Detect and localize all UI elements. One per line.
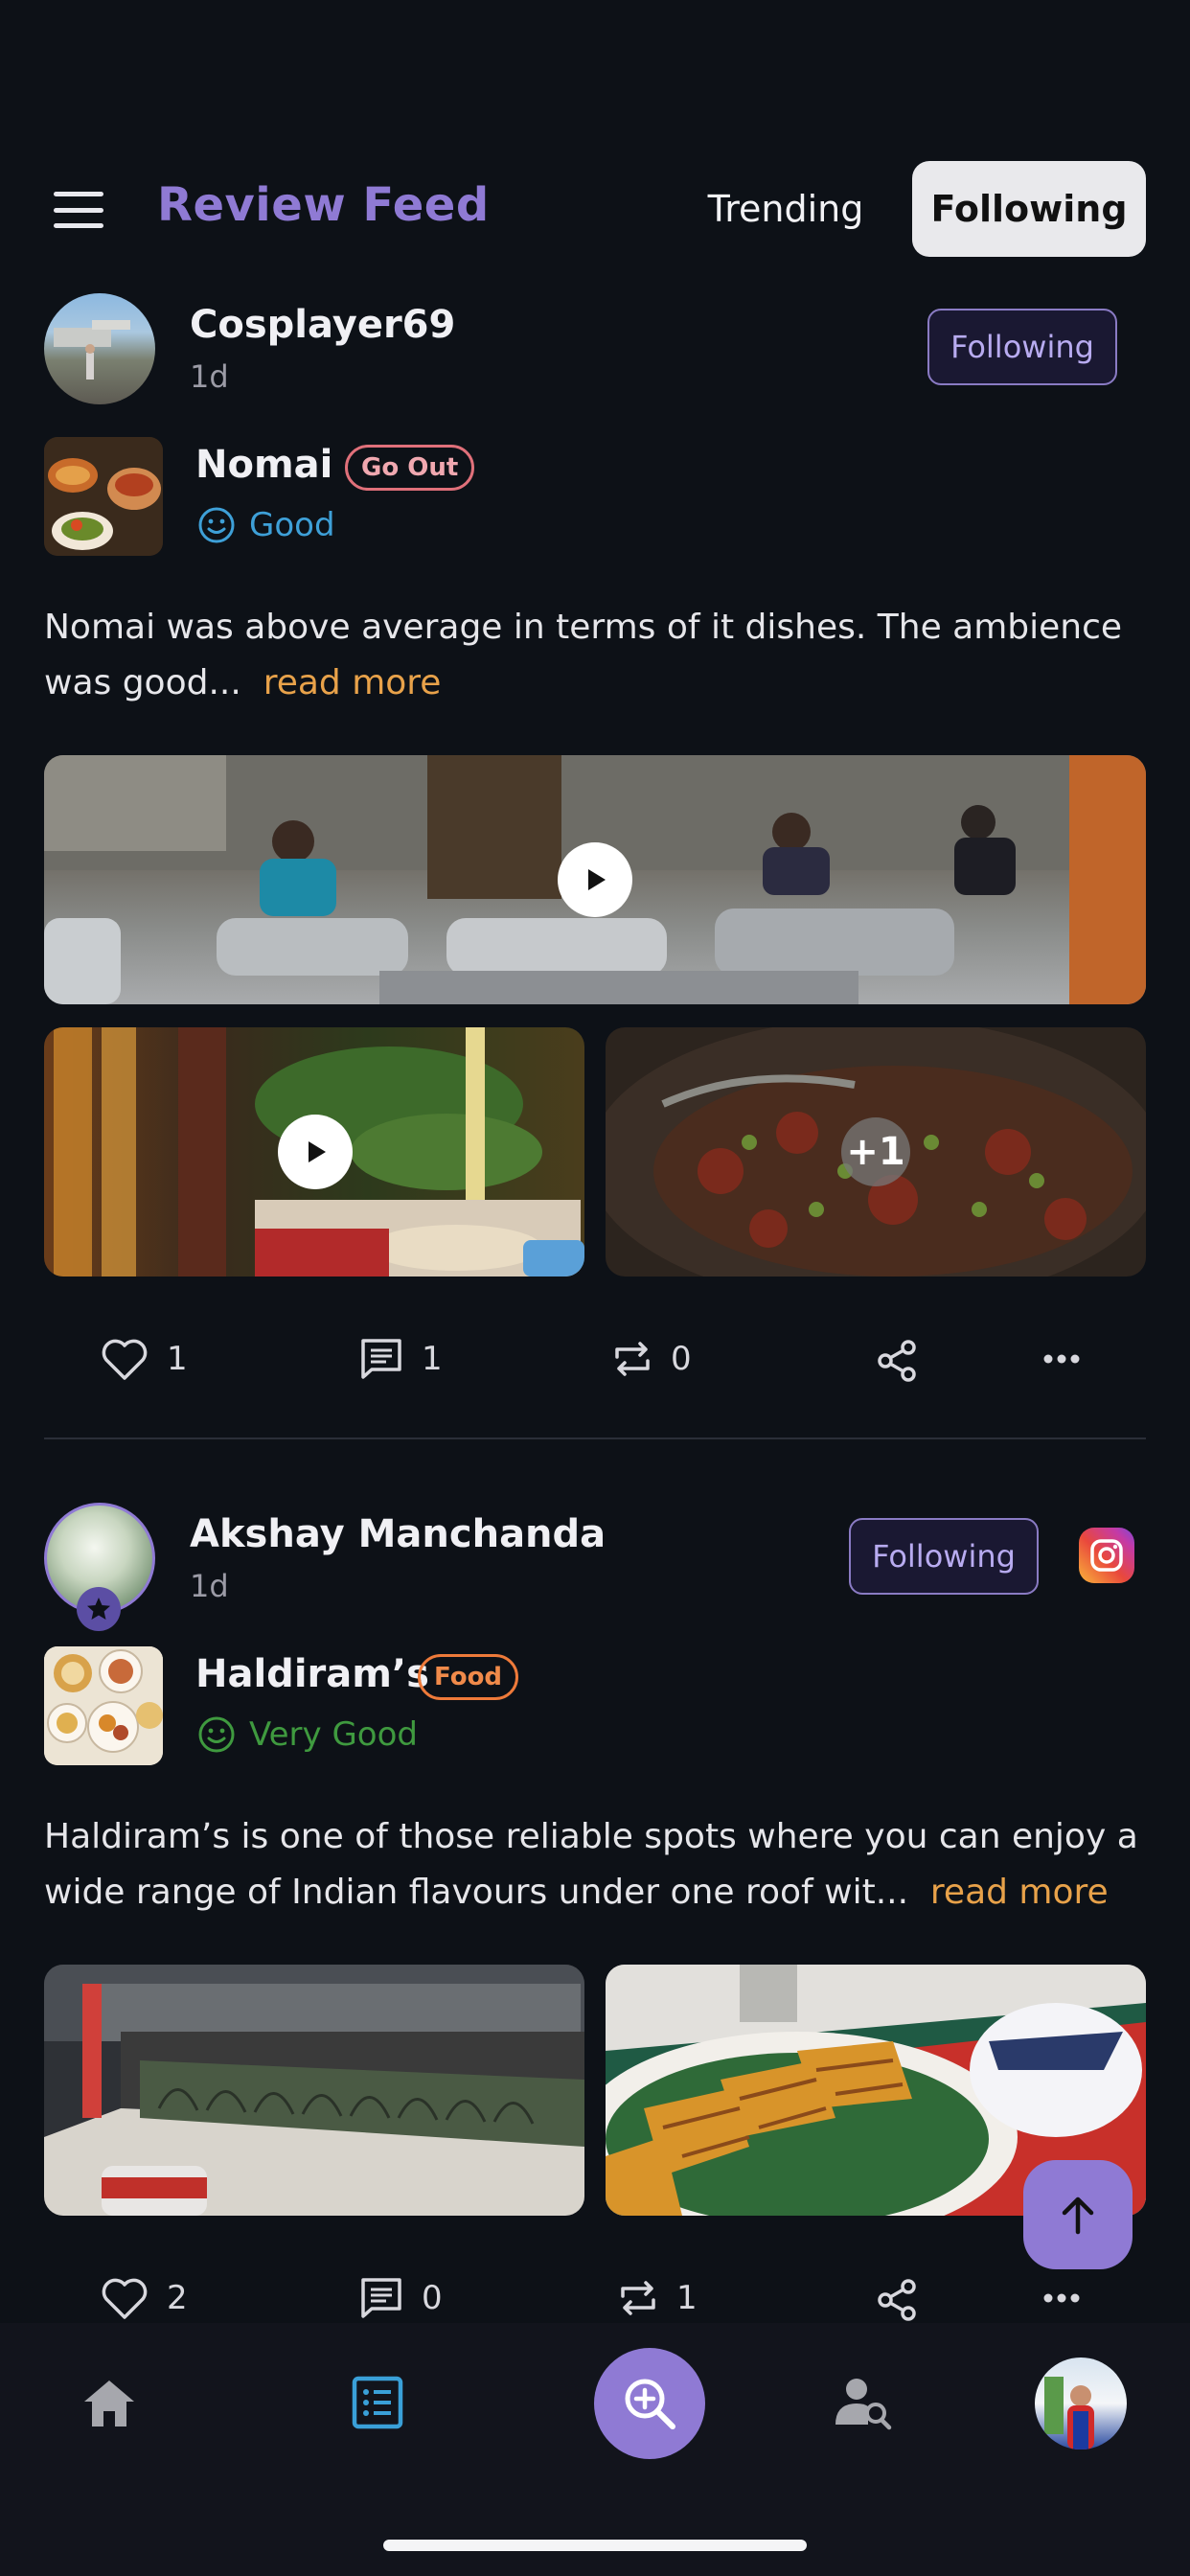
list-icon[interactable] bbox=[351, 2375, 404, 2430]
rating-label: Very Good bbox=[249, 1715, 418, 1754]
tab-following[interactable]: Following bbox=[912, 161, 1146, 257]
repost-count: 1 bbox=[676, 2279, 698, 2317]
like-action[interactable]: 1 bbox=[100, 1336, 188, 1382]
post-divider bbox=[44, 1438, 1146, 1439]
star-badge bbox=[77, 1587, 121, 1631]
comment-count: 0 bbox=[422, 2279, 443, 2317]
menu-button[interactable] bbox=[54, 192, 103, 228]
bottom-nav bbox=[0, 2323, 1190, 2576]
avatar[interactable] bbox=[44, 293, 155, 404]
comment-count: 1 bbox=[422, 1340, 443, 1378]
like-action[interactable]: 2 bbox=[100, 2275, 188, 2321]
rating: Good bbox=[197, 506, 335, 544]
comment-action[interactable]: 1 bbox=[358, 1336, 443, 1382]
hamburger-icon bbox=[54, 192, 103, 196]
home-icon[interactable] bbox=[80, 2377, 138, 2430]
post-time: 1d bbox=[190, 358, 229, 395]
home-indicator bbox=[383, 2540, 807, 2551]
read-more-link[interactable]: read more bbox=[263, 663, 442, 702]
smile-icon bbox=[198, 1716, 235, 1753]
more-icon[interactable] bbox=[1042, 1353, 1081, 1365]
heart-icon[interactable] bbox=[100, 1336, 149, 1382]
user-search-icon[interactable] bbox=[834, 2375, 893, 2430]
place-thumbnail[interactable] bbox=[44, 1646, 163, 1765]
instagram-icon[interactable] bbox=[1079, 1528, 1134, 1583]
comment-action[interactable]: 0 bbox=[358, 2275, 443, 2321]
review-text: Nomai was above average in terms of it d… bbox=[44, 600, 1146, 711]
repost-action[interactable]: 0 bbox=[611, 1336, 692, 1382]
repost-count: 0 bbox=[671, 1340, 692, 1378]
star-icon bbox=[87, 1598, 110, 1620]
more-media-badge[interactable]: +1 bbox=[841, 1117, 910, 1186]
media-photo[interactable] bbox=[44, 1965, 584, 2216]
following-button[interactable]: Following bbox=[849, 1518, 1039, 1595]
category-tag: Food bbox=[418, 1654, 519, 1700]
comment-icon[interactable] bbox=[358, 2275, 404, 2321]
play-icon[interactable] bbox=[558, 842, 632, 917]
review-text: Haldiram’s is one of those reliable spot… bbox=[44, 1809, 1146, 1920]
following-button[interactable]: Following bbox=[927, 309, 1117, 385]
repost-icon[interactable] bbox=[611, 1336, 653, 1382]
place-thumbnail[interactable] bbox=[44, 437, 163, 556]
category-tag: Go Out bbox=[345, 445, 475, 491]
scroll-top-button[interactable] bbox=[1023, 2160, 1133, 2269]
review-body: Nomai was above average in terms of it d… bbox=[44, 608, 1123, 702]
repost-icon[interactable] bbox=[617, 2275, 659, 2321]
place-name[interactable]: Nomai bbox=[195, 443, 332, 487]
share-icon[interactable] bbox=[876, 1338, 918, 1384]
post-time: 1d bbox=[190, 1568, 229, 1604]
repost-action[interactable]: 1 bbox=[617, 2275, 698, 2321]
more-icon[interactable] bbox=[1042, 2292, 1081, 2304]
share-icon[interactable] bbox=[876, 2277, 918, 2323]
media-video-main[interactable] bbox=[44, 755, 1146, 1004]
search-zoom-icon bbox=[625, 2379, 675, 2429]
like-count: 1 bbox=[167, 1340, 188, 1378]
play-icon[interactable] bbox=[278, 1115, 353, 1189]
rating-label: Good bbox=[249, 506, 335, 544]
arrow-up-icon bbox=[1062, 2196, 1094, 2235]
post-username[interactable]: Cosplayer69 bbox=[190, 303, 455, 347]
read-more-link[interactable]: read more bbox=[930, 1873, 1109, 1912]
heart-icon[interactable] bbox=[100, 2275, 149, 2321]
tab-trending[interactable]: Trending bbox=[690, 161, 881, 257]
rating: Very Good bbox=[197, 1715, 418, 1754]
post-username[interactable]: Akshay Manchanda bbox=[190, 1512, 606, 1556]
comment-icon[interactable] bbox=[358, 1336, 404, 1382]
page-title: Review Feed bbox=[157, 178, 490, 232]
like-count: 2 bbox=[167, 2279, 188, 2317]
profile-avatar[interactable] bbox=[1035, 2358, 1127, 2450]
smile-icon bbox=[198, 507, 235, 543]
media-photo-more[interactable]: +1 bbox=[606, 1027, 1146, 1276]
search-button[interactable] bbox=[594, 2348, 705, 2459]
place-name[interactable]: Haldiram’s bbox=[195, 1652, 429, 1696]
media-video-secondary[interactable] bbox=[44, 1027, 584, 1276]
